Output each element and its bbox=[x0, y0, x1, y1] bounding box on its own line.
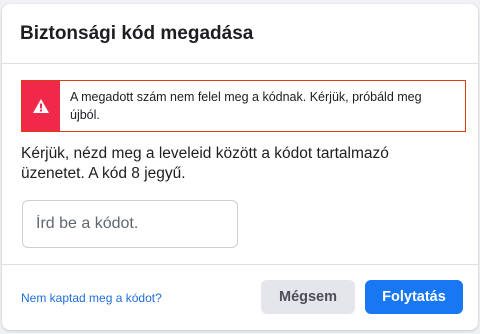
security-code-dialog: Biztonsági kód megadása A megadott szám … bbox=[2, 4, 478, 330]
security-code-input[interactable] bbox=[22, 200, 238, 248]
warning-triangle-icon bbox=[33, 99, 49, 113]
instruction-text: Kérjük, nézd meg a leveleid között a kód… bbox=[21, 145, 389, 182]
resend-code-link[interactable]: Nem kaptad meg a kódot? bbox=[21, 291, 162, 305]
footer-divider bbox=[2, 264, 478, 265]
error-alert: A megadott szám nem felel meg a kódnak. … bbox=[21, 80, 466, 132]
error-message: A megadott szám nem felel meg a kódnak. … bbox=[70, 90, 422, 122]
cancel-button[interactable]: Mégsem bbox=[261, 280, 355, 314]
dialog-title: Biztonsági kód megadása bbox=[20, 23, 254, 44]
dialog-header: Biztonsági kód megadása bbox=[2, 4, 478, 64]
continue-button[interactable]: Folytatás bbox=[365, 280, 463, 314]
error-icon-container bbox=[22, 81, 60, 131]
